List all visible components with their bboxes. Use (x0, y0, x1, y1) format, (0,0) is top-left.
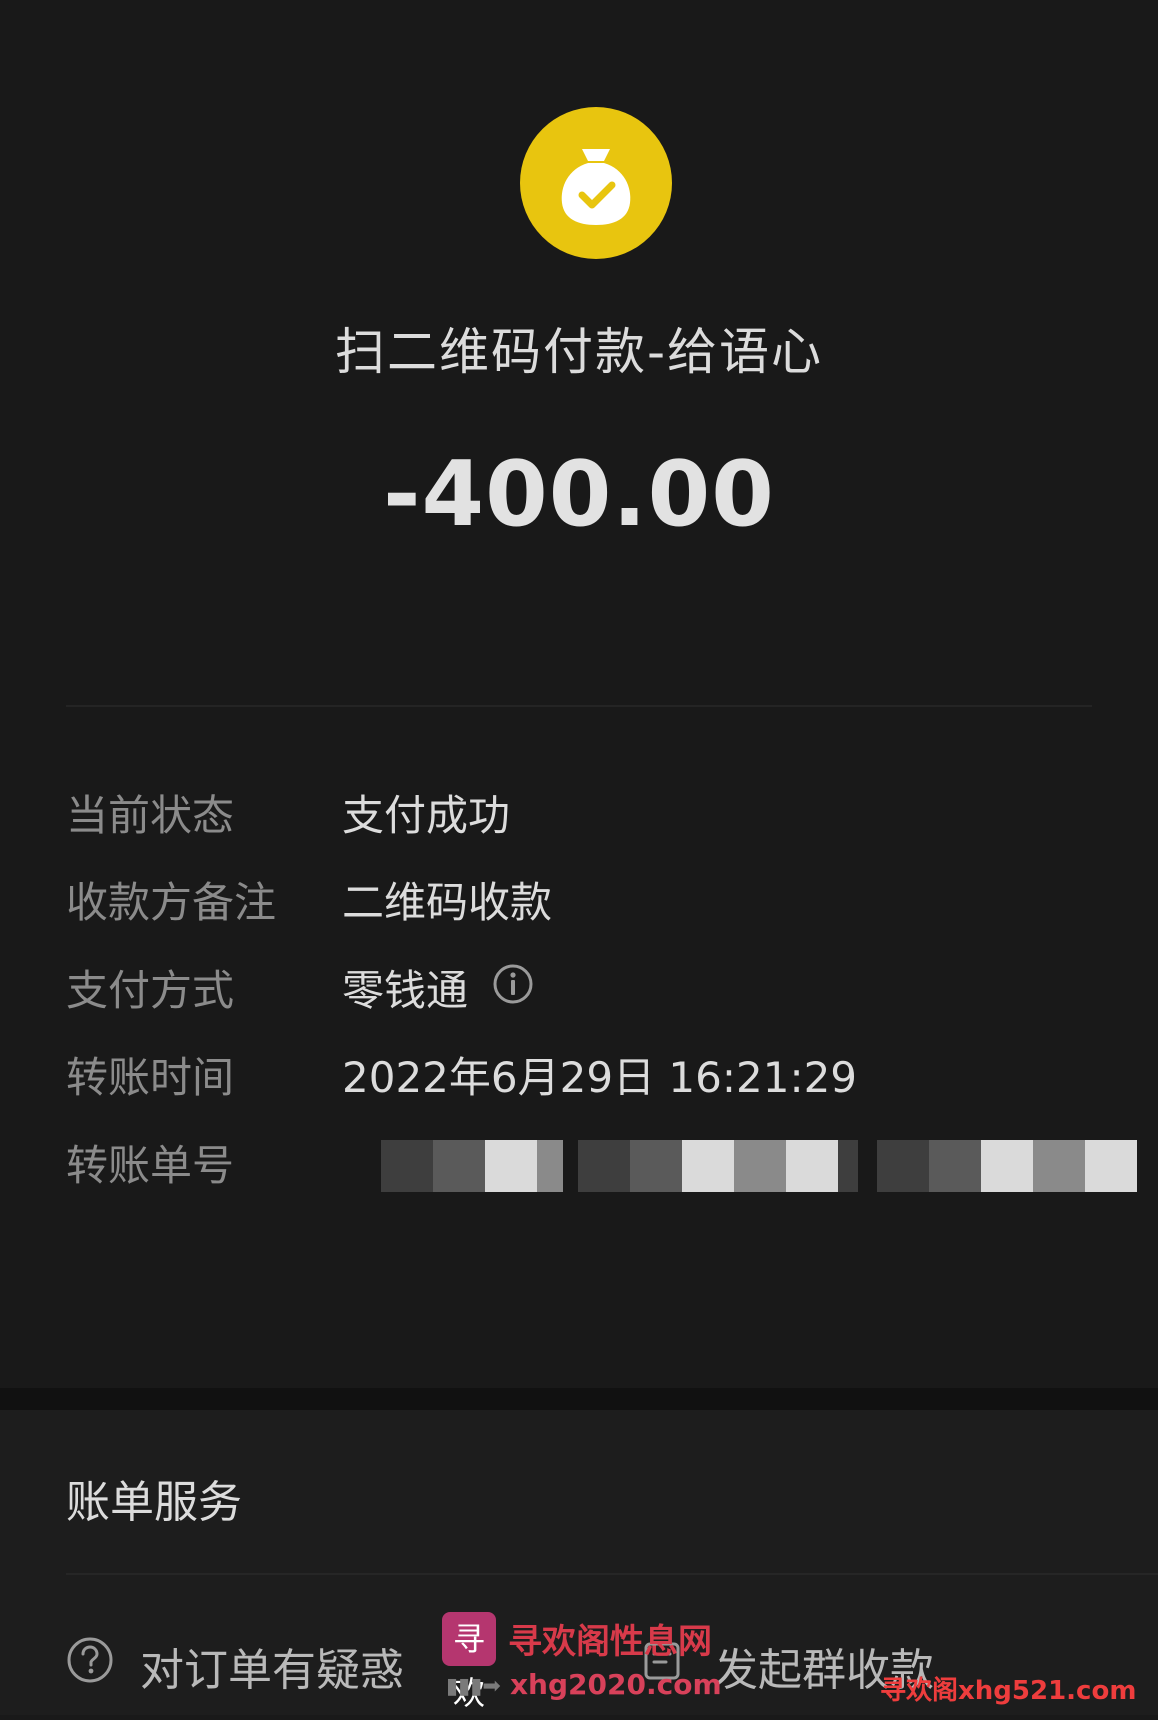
redacted-transfer-number (381, 1140, 563, 1192)
detail-row-transfer-time: 转账时间 2022年6月29日 16:21:29 (66, 1043, 1116, 1113)
section-separator (0, 1388, 1158, 1410)
detail-label: 转账单号 (66, 1141, 235, 1190)
transaction-title: 扫二维码付款-给语心 (334, 323, 824, 381)
order-question-label: 对订单有疑惑 (140, 1645, 404, 1696)
watermark-corner: 寻欢阁xhg521.com (880, 1676, 1137, 1706)
detail-label: 当前状态 (66, 791, 235, 840)
question-circle-icon (66, 1635, 114, 1705)
divider (66, 1573, 1158, 1575)
detail-row-payment-method: 支付方式 零钱通 (66, 956, 1116, 1026)
info-icon[interactable] (492, 956, 534, 1026)
divider (66, 705, 1092, 707)
money-bag-check-icon (520, 107, 672, 259)
arrow-icon: ▮▮▮➡ (446, 1674, 501, 1699)
watermark-name: 寻欢阁性息网 (508, 1622, 712, 1662)
detail-row-payee-note: 收款方备注 二维码收款 (66, 868, 1116, 938)
detail-value: 支付成功 (342, 791, 511, 840)
watermark-logo: 寻欢 (442, 1612, 496, 1712)
transaction-amount: -400.00 (383, 442, 775, 547)
watermark-url: xhg2020.com (510, 1668, 722, 1701)
redacted-transfer-number (578, 1140, 858, 1192)
detail-row-status: 当前状态 支付成功 (66, 781, 1116, 851)
detail-value: 2022年6月29日 16:21:29 (342, 1053, 858, 1102)
detail-label: 转账时间 (66, 1053, 235, 1102)
bill-service-title: 账单服务 (66, 1477, 242, 1528)
detail-value: 零钱通 (342, 956, 534, 1026)
payment-method-text: 零钱通 (342, 966, 469, 1015)
order-question-button[interactable]: 对订单有疑惑 (66, 1636, 404, 1706)
watermark: 寻欢 寻欢阁性息网 ▮▮▮➡ xhg2020.com (442, 1612, 742, 1712)
detail-label: 支付方式 (66, 966, 235, 1015)
detail-label: 收款方备注 (66, 878, 277, 927)
detail-value: 二维码收款 (342, 878, 553, 927)
redacted-transfer-number (877, 1140, 1137, 1192)
